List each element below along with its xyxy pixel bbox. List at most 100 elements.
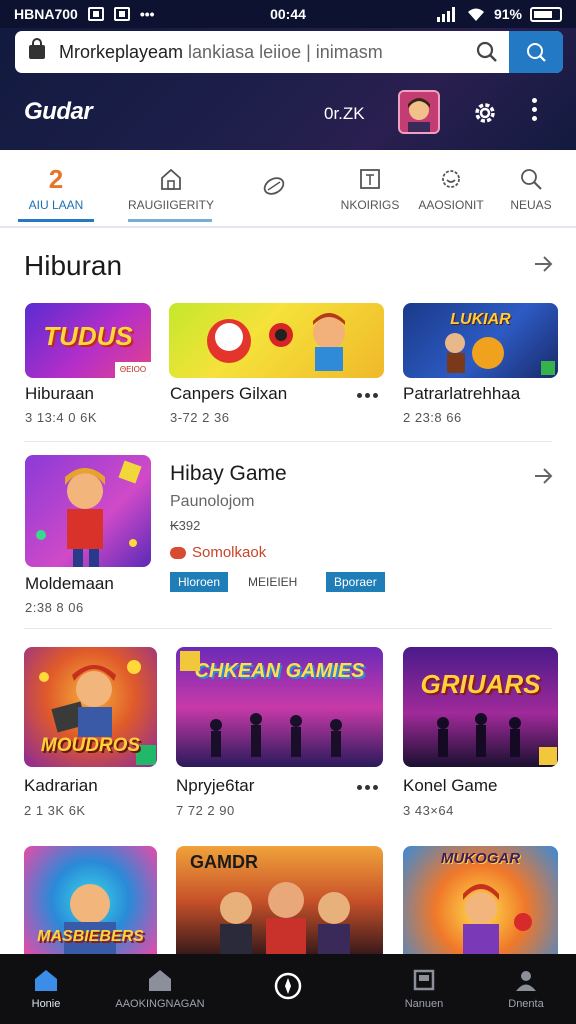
active-tab-indicator <box>18 219 94 222</box>
carrier-label: HBNA700 <box>14 6 78 22</box>
thumbnail-title: MASBIEBERS <box>37 928 144 945</box>
more-options-icon[interactable] <box>357 393 378 398</box>
more-options-icon[interactable] <box>357 785 378 790</box>
wifi-icon <box>467 8 484 21</box>
game-stats: 3 13:4 0 6K <box>25 410 97 425</box>
game-thumbnail[interactable]: GAMDR <box>176 846 383 954</box>
lock-icon <box>29 38 45 59</box>
battery-icon <box>530 6 562 22</box>
game-thumbnail[interactable]: MUKOGAR <box>403 846 558 954</box>
game-title[interactable]: Patrarlatrehhaa <box>403 384 520 404</box>
game-stats: 2 1 3K 6K <box>24 803 86 818</box>
genre-tag[interactable]: MEIEIEH <box>240 572 305 592</box>
nav-label: AAOKINGNAGAN <box>115 998 205 1010</box>
nav-store[interactable]: AAOKINGNAGAN <box>110 954 210 1024</box>
nav-label: Dnenta <box>508 998 544 1010</box>
characters-image <box>220 882 350 954</box>
developer-name: Somolkaok <box>192 544 267 561</box>
tab-label: NEUAS <box>510 198 552 212</box>
house-icon <box>161 168 181 190</box>
tab-nkoirigs[interactable]: NKOIRIGS <box>334 150 406 228</box>
nav-home[interactable]: Honie <box>14 954 78 1024</box>
cartoon-character-image <box>463 884 532 954</box>
bottom-navigation: Honie AAOKINGNAGAN Nanuen Dnenta <box>0 954 576 1024</box>
search-query-rest: lankiasa leiioe | inimasm <box>183 41 383 62</box>
thumbnail-title: TUDUS <box>43 321 133 351</box>
library-icon <box>413 969 435 991</box>
game-title[interactable]: Canpers Gilxan <box>170 384 287 404</box>
game-thumbnail[interactable] <box>169 303 384 378</box>
section-title: Hiburan <box>24 250 123 281</box>
game-stats: 3 43×64 <box>403 803 454 818</box>
game-thumbnail[interactable]: MOUDROS <box>24 647 157 767</box>
nav-explore[interactable] <box>258 954 318 1024</box>
game-art-image <box>445 333 555 375</box>
arrow-right-icon[interactable] <box>532 464 554 488</box>
clock: 00:44 <box>270 6 306 22</box>
coin-balance: 0r.ZK <box>324 104 365 123</box>
tab-label: NKOIRIGS <box>340 198 400 212</box>
nav-library[interactable]: Nanuen <box>392 954 456 1024</box>
app-header: Mrorkeplayeam lankiasa leiioe | inimasm … <box>0 28 576 150</box>
nav-profile[interactable]: Dnenta <box>494 954 558 1024</box>
search-query: Mrorkeplayeam <box>59 41 184 62</box>
nav-label: Nanuen <box>404 998 444 1010</box>
tab-leaf[interactable] <box>244 150 304 228</box>
game-stats: 7 72 2 90 <box>176 803 235 818</box>
message-icon <box>113 7 130 21</box>
category-tabs: 2 AIU LAAN RAUGIIGERITY NKOIRIGS AAOSION… <box>0 150 576 228</box>
leaf-icon <box>263 177 285 195</box>
thumbnail-title: MOUDROS <box>40 735 141 756</box>
game-thumbnail[interactable]: TUDUS ΘΕΙΟΟ <box>25 303 151 378</box>
gear-icon[interactable] <box>472 100 498 131</box>
game-thumbnail[interactable]: LUKIAR <box>403 303 558 378</box>
notification-icon <box>87 7 104 21</box>
game-stats: 2 23:8 66 <box>403 410 462 425</box>
more-notifications-icon: ••• <box>139 6 155 22</box>
status-bar: HBNA700 ••• 00:44 91% <box>0 0 576 28</box>
tab-label: RAUGIIGERITY <box>127 198 214 212</box>
secondary-tab-indicator <box>128 219 212 222</box>
tab-aaosionit[interactable]: AAOSIONIT <box>410 150 492 228</box>
home-icon <box>35 970 57 991</box>
featured-game-title[interactable]: Hibay Game <box>170 462 287 486</box>
tab-neuas[interactable]: NEUAS <box>504 150 558 228</box>
developer-link[interactable]: Somolkaok <box>170 544 266 561</box>
featured-caption-stats: 2:38 8 06 <box>25 600 84 615</box>
avatar[interactable] <box>398 90 440 134</box>
svg-text:2: 2 <box>49 166 63 192</box>
tab-community[interactable]: RAUGIIGERITY <box>126 150 216 228</box>
home-icon: 2 <box>49 166 63 192</box>
search-go-button[interactable] <box>509 31 563 73</box>
arrow-right-icon[interactable] <box>532 252 554 276</box>
divider <box>24 441 552 442</box>
tab-label: AIU LAAN <box>28 198 84 212</box>
profile-icon <box>516 971 536 991</box>
search-input[interactable]: Mrorkeplayeam lankiasa leiioe | inimasm <box>59 42 465 63</box>
url-bar[interactable]: Mrorkeplayeam lankiasa leiioe | inimasm <box>15 31 563 73</box>
cartoon-character-image <box>36 460 142 567</box>
developer-icon <box>170 546 186 559</box>
game-title[interactable]: Hiburaan <box>25 384 94 404</box>
cartoon-characters-image <box>207 313 345 371</box>
more-options-icon[interactable] <box>532 98 537 121</box>
genre-tag[interactable]: Bporaer <box>326 572 385 592</box>
battery-percent: 91% <box>493 6 522 22</box>
game-thumbnail[interactable]: GRIUARS <box>403 647 558 767</box>
game-title[interactable]: Konel Game <box>403 776 498 796</box>
badge-icon <box>442 170 460 188</box>
search-icon[interactable] <box>465 41 509 63</box>
divider <box>24 628 552 629</box>
featured-caption[interactable]: Moldemaan <box>25 574 114 594</box>
search-icon <box>521 169 542 190</box>
game-title[interactable]: Kadrarian <box>24 776 98 796</box>
game-thumbnail[interactable]: MASBIEBERS <box>24 846 157 954</box>
game-thumbnail[interactable]: CHKEAN GAMIES <box>176 647 383 767</box>
tab-label: AAOSIONIT <box>418 198 484 212</box>
app-logo[interactable]: Gudar <box>24 98 93 126</box>
tab-all[interactable]: 2 AIU LAAN <box>18 150 94 228</box>
game-title[interactable]: Npryje6tar <box>176 776 254 796</box>
featured-thumbnail[interactable] <box>25 455 151 567</box>
genre-tag[interactable]: Hloroen <box>170 572 229 592</box>
dancers-image <box>437 713 557 765</box>
